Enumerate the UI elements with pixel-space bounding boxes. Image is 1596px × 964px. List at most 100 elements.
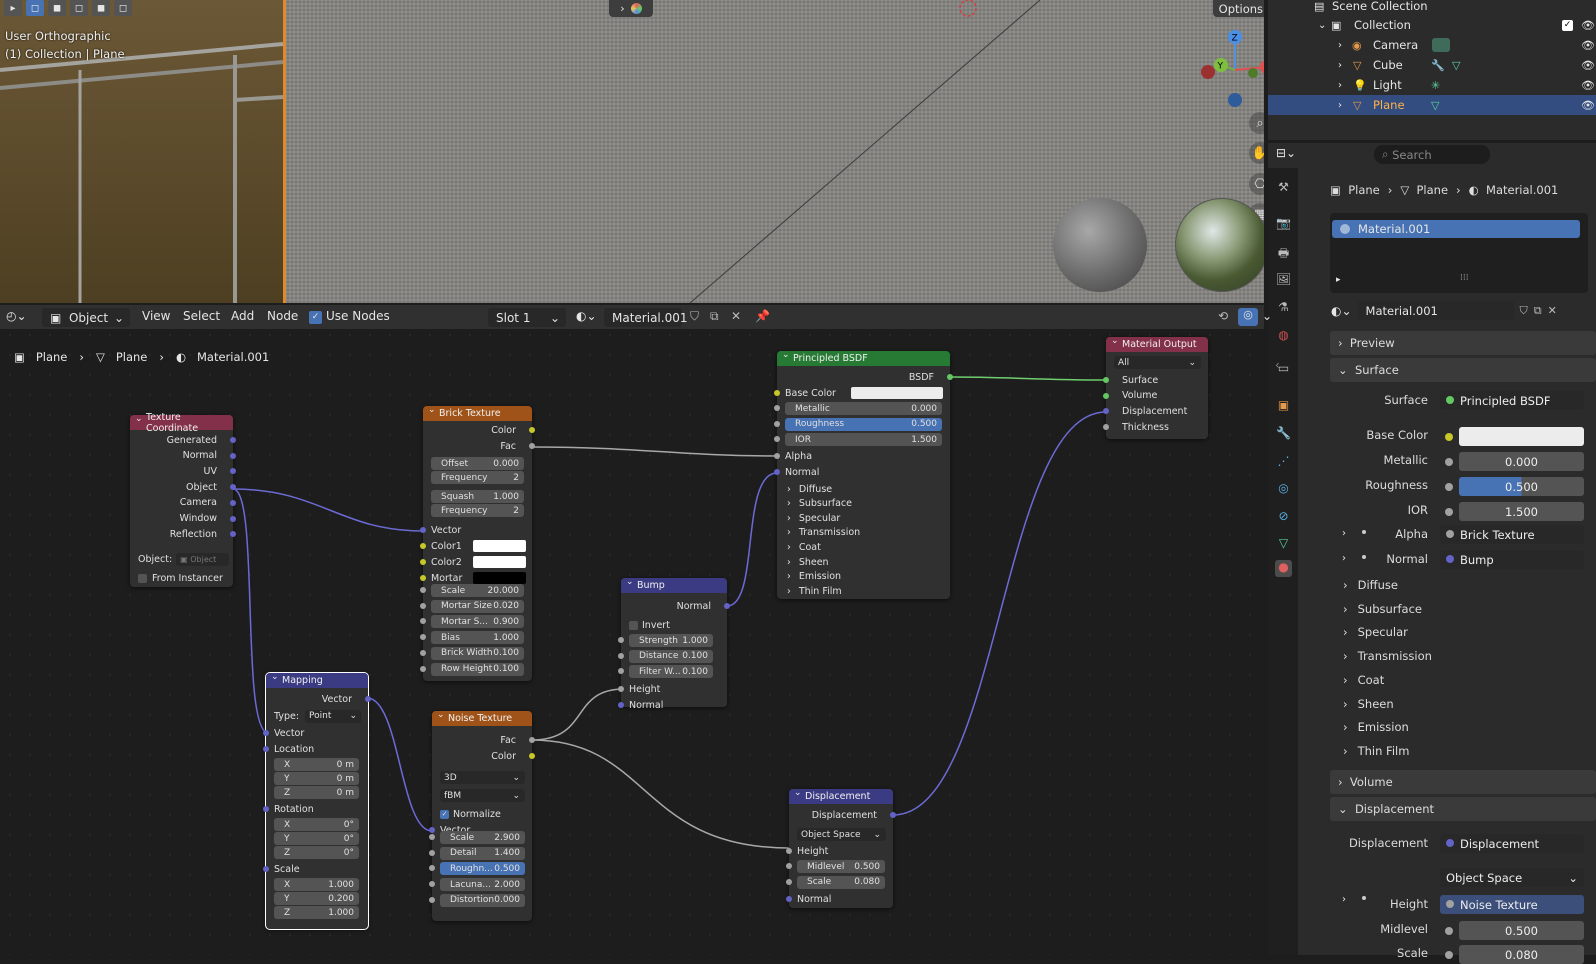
midlevel-field[interactable]: 0.500 — [1459, 921, 1584, 940]
field-row-height[interactable]: Row Height 0.100 — [431, 662, 524, 676]
height-link-field[interactable]: Noise Texture — [1440, 895, 1584, 914]
pin-icon[interactable]: 📌 — [755, 309, 770, 323]
subpanel-emission[interactable]: › Emission — [1343, 717, 1409, 737]
eye-icon[interactable]: 👁 — [1581, 19, 1595, 32]
node-bump[interactable]: Bump Normal Invert Strength1.000Distance… — [618, 577, 730, 711]
socket-vector-out[interactable] — [365, 696, 371, 702]
eye-icon[interactable]: 👁 — [1581, 59, 1595, 72]
color1-swatch[interactable] — [473, 540, 526, 552]
subpanel-sheen[interactable]: › Sheen — [1343, 694, 1394, 714]
socket-height-in[interactable] — [786, 848, 792, 854]
chevron-down-icon[interactable]: ⌄ — [1262, 309, 1272, 323]
bsdf-panel-transmission[interactable]: › Transmission — [787, 526, 860, 540]
scene-tab-icon[interactable]: ⚗ — [1275, 300, 1292, 317]
properties-search[interactable]: ⌕ Search — [1374, 145, 1490, 164]
field-distance[interactable]: Distance 0.100 — [629, 649, 713, 663]
socket-displacement-in[interactable] — [1103, 408, 1109, 415]
node-header[interactable]: Displacement — [789, 788, 893, 804]
field-lacuna-[interactable]: Lacuna... 2.000 — [440, 878, 525, 892]
object-picker-field[interactable]: ▣ Object — [176, 552, 230, 566]
socket-vector-in[interactable] — [420, 527, 426, 533]
field-distortion[interactable]: Distortion 0.000 — [440, 893, 525, 907]
material-browse-icon[interactable]: ◐⌄ — [576, 309, 597, 323]
modifier-tab-icon[interactable]: 🔧 — [1275, 426, 1292, 443]
invert-row[interactable]: Invert — [629, 618, 670, 632]
socket-color-out[interactable] — [529, 427, 535, 433]
socket-input[interactable] — [429, 849, 435, 856]
socket-color-out[interactable] — [529, 753, 535, 759]
subpanel-transmission[interactable]: › Transmission — [1343, 646, 1432, 666]
base-color-swatch[interactable] — [1459, 427, 1584, 446]
node-header[interactable]: Noise Texture — [432, 710, 532, 726]
navigation-gizmo[interactable]: Z X Y — [1195, 25, 1264, 115]
sidebar-toggle-chevron-icon[interactable]: ‹ — [1275, 358, 1280, 372]
socket-input[interactable] — [786, 878, 792, 885]
socket-mortar-in[interactable] — [420, 575, 426, 581]
metallic-field[interactable]: 0.000 — [1459, 452, 1584, 471]
field-mortar-s-[interactable]: Mortar S... 0.900 — [431, 615, 524, 629]
socket-normal-in[interactable] — [774, 469, 780, 475]
chevron-down-icon[interactable]: ⌄ — [1318, 20, 1326, 31]
select-extend-icon[interactable]: ◼ — [48, 0, 66, 16]
field-ior[interactable]: IOR 1.500 — [785, 433, 942, 447]
snapping-icon[interactable]: ⟲ — [1218, 309, 1228, 323]
data-tab-icon[interactable]: ▽ — [1275, 536, 1292, 553]
socket-input[interactable] — [774, 405, 780, 411]
object-tab-icon[interactable]: ▣ — [1275, 398, 1292, 415]
field-midlevel[interactable]: Midlevel 0.500 — [797, 860, 885, 873]
socket-input[interactable] — [420, 618, 426, 625]
socket-input[interactable] — [429, 865, 435, 872]
node-header[interactable]: Brick Texture — [423, 405, 532, 421]
fake-user-shield-icon[interactable]: ⛉ — [1520, 304, 1528, 318]
select-intersect-icon[interactable]: ◻ — [114, 0, 132, 16]
chevron-right-icon[interactable]: › — [1338, 100, 1342, 111]
output-target-dropdown[interactable]: All ⌄ — [1114, 356, 1201, 369]
node-header[interactable]: Mapping — [266, 672, 368, 688]
select-invert-icon[interactable]: ◼ — [92, 0, 110, 16]
subpanel-thin-film[interactable]: › Thin Film — [1343, 741, 1409, 761]
socket-input[interactable] — [774, 420, 780, 427]
material-tab-icon[interactable]: ● — [1275, 560, 1292, 577]
socket-camera-out[interactable] — [230, 499, 236, 506]
subpanel-subsurface[interactable]: › Subsurface — [1343, 599, 1422, 619]
field-frequency[interactable]: Frequency 2 — [431, 504, 524, 517]
bsdf-panel-diffuse[interactable]: › Diffuse — [787, 482, 832, 496]
field-scale[interactable]: Scale 20.000 — [431, 584, 524, 597]
outliner-item-cube[interactable]: › ▽ Cube 🔧 ▽ 👁 — [1268, 55, 1596, 75]
material-browse-icon[interactable]: ◐⌄ — [1331, 304, 1352, 318]
collection-row[interactable]: ⌄ ▣ Collection ✓ 👁 — [1268, 15, 1596, 35]
3d-viewport[interactable]: ▸ ◻ ◼ ◻ ◼ ◻ User Orthographic (1) Collec… — [0, 0, 1264, 303]
select-box-icon[interactable]: ◻ — [26, 0, 44, 16]
physics-tab-icon[interactable]: ◎ — [1275, 481, 1292, 498]
subpanel-specular[interactable]: › Specular — [1343, 622, 1408, 642]
socket-vector-in[interactable] — [429, 827, 435, 833]
collection-checkbox[interactable]: ✓ — [1562, 19, 1573, 31]
field-brick-width[interactable]: Brick Width 0.100 — [431, 646, 524, 660]
socket-bsdf-out[interactable] — [947, 374, 953, 380]
subpanel-coat[interactable]: › Coat — [1343, 670, 1384, 690]
editor-mode-dropdown[interactable]: ▣ Object ⌄ — [42, 308, 130, 327]
options-dropdown[interactable]: Options ⌄ — [1213, 0, 1264, 17]
socket-input[interactable] — [429, 834, 435, 840]
field-detail[interactable]: Detail 1.400 — [440, 846, 525, 860]
invert-checkbox[interactable] — [629, 620, 638, 630]
field-squash[interactable]: Squash 1.000 — [431, 490, 524, 503]
editor-type-icon[interactable]: ⊟⌄ — [1276, 146, 1304, 164]
field-x[interactable]: X 0 m — [274, 758, 359, 771]
normalize-checkbox[interactable]: ✓ — [440, 809, 449, 819]
select-subtract-icon[interactable]: ◻ — [70, 0, 88, 16]
bsdf-panel-coat[interactable]: › Coat — [787, 540, 821, 554]
socket-input[interactable] — [420, 634, 426, 641]
outliner-item-plane[interactable]: › ▽ Plane ▽ 👁 — [1268, 95, 1596, 115]
object-space-dropdown[interactable]: Object Space ⌄ — [1440, 868, 1584, 887]
render-tab-icon[interactable]: 📷 — [1275, 216, 1292, 233]
field-x[interactable]: X 1.000 — [274, 878, 359, 891]
roughness-slider[interactable]: 0.500 — [1459, 477, 1584, 496]
eye-icon[interactable]: 👁 — [1581, 99, 1595, 112]
select-mode-icon[interactable]: ▸ — [4, 0, 22, 16]
field-filter-w-[interactable]: Filter W... 0.100 — [629, 665, 713, 679]
node-texture-coordinate[interactable]: Texture Coordinate Generated Normal UV Obje… — [130, 412, 236, 587]
tool-tab-icon[interactable]: ⚒ — [1275, 180, 1292, 197]
mortar-swatch[interactable] — [473, 572, 526, 584]
socket-normal-out[interactable] — [230, 452, 236, 459]
